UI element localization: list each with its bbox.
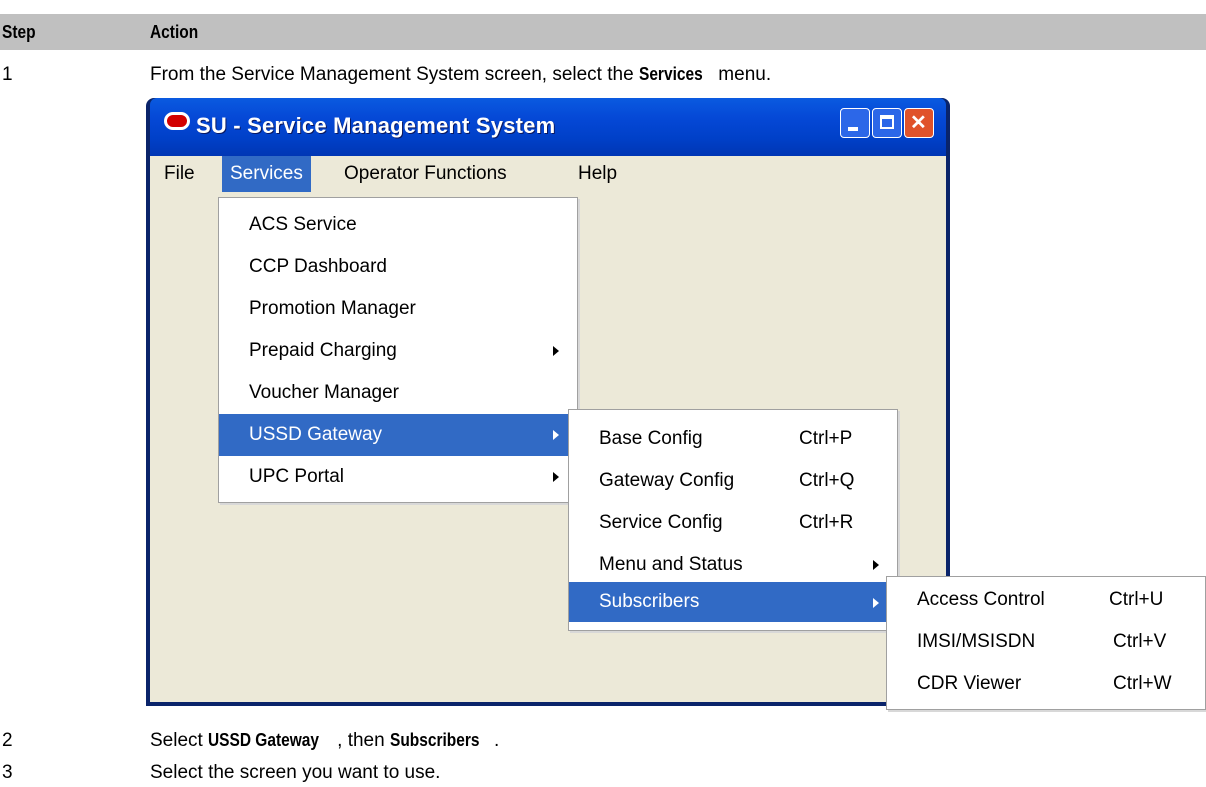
submenu-arrow-icon xyxy=(873,598,879,608)
step-2-text: Select USSD Gateway, then Subscribers. xyxy=(150,730,500,751)
menu-item-acs-service[interactable]: ACS Service xyxy=(219,204,577,246)
step-1-number: 1 xyxy=(2,64,13,85)
minimize-button[interactable] xyxy=(840,108,870,138)
menu-operator-functions[interactable]: Operator Functions xyxy=(336,156,515,192)
shortcut-label: Ctrl+V xyxy=(1113,631,1167,652)
action-column-header: Action xyxy=(150,22,199,42)
close-button[interactable] xyxy=(904,108,934,138)
menubar: File Services Operator Functions Help xyxy=(150,156,946,192)
shortcut-label: Ctrl+W xyxy=(1113,673,1172,694)
window-title: SU - Service Management System xyxy=(196,113,556,138)
services-menu: ACS Service CCP Dashboard Promotion Mana… xyxy=(218,197,578,503)
menu-item-imsi-msisdn[interactable]: IMSI/MSISDN Ctrl+V xyxy=(887,621,1205,663)
shortcut-label: Ctrl+Q xyxy=(799,470,855,491)
menu-item-base-config[interactable]: Base Config Ctrl+P xyxy=(569,418,897,460)
submenu-arrow-icon xyxy=(553,430,559,440)
step-3-number: 3 xyxy=(2,762,13,783)
menu-item-ussd-gateway[interactable]: USSD Gateway xyxy=(219,414,577,456)
oracle-app-icon xyxy=(164,112,190,130)
menu-help[interactable]: Help xyxy=(570,156,625,192)
menu-item-menu-and-status[interactable]: Menu and Status xyxy=(569,544,897,586)
maximize-button[interactable] xyxy=(872,108,902,138)
menu-item-cdr-viewer[interactable]: CDR Viewer Ctrl+W xyxy=(887,663,1205,705)
shortcut-label: Ctrl+P xyxy=(799,428,853,449)
submenu-arrow-icon xyxy=(873,560,879,570)
menu-item-promotion-manager[interactable]: Promotion Manager xyxy=(219,288,577,330)
menu-item-upc-portal[interactable]: UPC Portal xyxy=(219,456,577,498)
menu-item-gateway-config[interactable]: Gateway Config Ctrl+Q xyxy=(569,460,897,502)
menu-item-subscribers[interactable]: Subscribers xyxy=(569,582,897,622)
menu-item-ccp-dashboard[interactable]: CCP Dashboard xyxy=(219,246,577,288)
step-2-number: 2 xyxy=(2,730,13,751)
menu-file[interactable]: File xyxy=(156,156,203,192)
step-1-text: From the Service Management System scree… xyxy=(150,64,772,85)
subscribers-submenu: Access Control Ctrl+U IMSI/MSISDN Ctrl+V… xyxy=(886,576,1206,710)
menu-item-service-config[interactable]: Service Config Ctrl+R xyxy=(569,502,897,544)
step-column-header: Step xyxy=(2,22,36,42)
submenu-arrow-icon xyxy=(553,472,559,482)
submenu-arrow-icon xyxy=(553,346,559,356)
window-titlebar[interactable]: SU - Service Management System xyxy=(150,98,946,156)
menu-item-prepaid-charging[interactable]: Prepaid Charging xyxy=(219,330,577,372)
ussd-gateway-submenu: Base Config Ctrl+P Gateway Config Ctrl+Q… xyxy=(568,409,898,631)
shortcut-label: Ctrl+U xyxy=(1109,589,1164,610)
menu-services[interactable]: Services xyxy=(222,156,311,192)
menu-item-voucher-manager[interactable]: Voucher Manager xyxy=(219,372,577,414)
menu-item-access-control[interactable]: Access Control Ctrl+U xyxy=(887,579,1205,621)
step-3-text: Select the screen you want to use. xyxy=(150,762,441,783)
table-header: Step Action xyxy=(0,14,1206,50)
shortcut-label: Ctrl+R xyxy=(799,512,854,533)
